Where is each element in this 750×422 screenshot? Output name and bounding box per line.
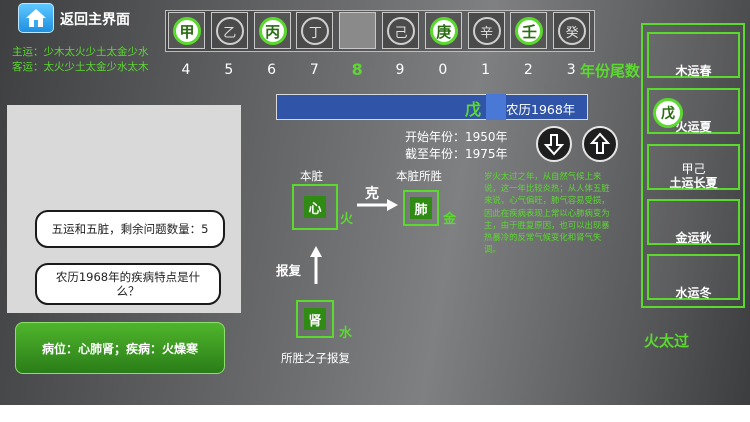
- start-year: 开始年份：1950年: [405, 130, 508, 144]
- lunar-year: 农历1968年: [506, 102, 576, 117]
- stem-label: 甲: [173, 17, 201, 45]
- child-organ: 肾: [304, 308, 326, 330]
- self-organ-box: 心: [292, 184, 338, 230]
- season-box-2[interactable]: 土运长夏 甲己: [647, 144, 740, 190]
- target-organ-label: 本脏所胜: [396, 169, 442, 183]
- stem-cell-5[interactable]: 己: [382, 12, 419, 49]
- year-digit[interactable]: 2: [516, 62, 540, 78]
- question-count-bubble[interactable]: 五运和五脏，剩余问题数量：5: [35, 210, 225, 248]
- year-down-button[interactable]: [536, 126, 572, 162]
- year-digit[interactable]: 8: [345, 60, 369, 79]
- year-digit[interactable]: 9: [388, 62, 412, 78]
- stem-cell-8[interactable]: 壬: [510, 12, 548, 49]
- target-organ-box: 肺: [403, 190, 439, 226]
- stem-cell-4[interactable]: [339, 12, 377, 49]
- stem-cell-9[interactable]: 癸: [553, 12, 591, 49]
- stem-cell-2[interactable]: 丙: [253, 12, 291, 49]
- stem-label: 丙: [258, 17, 287, 45]
- home-button[interactable]: [18, 3, 54, 33]
- stem-label: 癸: [558, 17, 587, 45]
- year-digit[interactable]: 0: [431, 62, 455, 78]
- question-bubble[interactable]: 农历1968年的疾病特点是什么？: [35, 263, 221, 305]
- target-organ: 肺: [410, 197, 432, 219]
- year-bar-highlight: [486, 94, 506, 120]
- season-label: 金运秋: [675, 231, 712, 245]
- stem-label: 己: [387, 17, 415, 45]
- year-up-button[interactable]: [582, 126, 618, 162]
- revenge-label: 报复: [276, 263, 302, 278]
- diagnosis-button[interactable]: 病位：心肺肾；疾病：火燥寒: [15, 322, 225, 374]
- year-stem: 戊: [465, 100, 482, 119]
- ke-yun-text: 客运：太火少土太金少水太木: [12, 61, 149, 73]
- self-organ-label: 本脏: [300, 169, 323, 183]
- year-digit[interactable]: 1: [474, 62, 498, 78]
- question-panel: 五运和五脏，剩余问题数量：5 农历1968年的疾病特点是什么？: [7, 105, 241, 313]
- child-organ-box: 肾: [296, 300, 334, 338]
- self-organ: 心: [304, 196, 326, 218]
- arrow-down-icon: [543, 134, 565, 156]
- home-label[interactable]: 返回主界面: [60, 9, 130, 29]
- year-digit[interactable]: 4: [174, 62, 198, 78]
- stem-label: 壬: [515, 17, 544, 45]
- year-digit[interactable]: 6: [260, 62, 284, 78]
- stem-cell-1[interactable]: 乙: [210, 12, 248, 49]
- self-element: 火: [340, 212, 354, 227]
- season-label: 水运冬: [675, 286, 712, 300]
- season-box-4[interactable]: 水运冬: [647, 254, 740, 300]
- stem-cell-0[interactable]: 甲: [168, 12, 205, 49]
- season-box-1[interactable]: 火运夏戊: [647, 88, 740, 134]
- stem-label: 庚: [429, 17, 458, 45]
- year-description: 岁火太过之年，从自然气候上来说，这一年比较炎热；从人体五脏来说，心气偏旺，肺气容…: [484, 171, 610, 255]
- stem-label: 辛: [472, 17, 501, 45]
- season-stem-circle: 戊: [653, 98, 683, 128]
- season-label: 木运春: [675, 64, 712, 78]
- season-box-3[interactable]: 金运秋: [647, 199, 740, 245]
- child-element: 水: [339, 326, 353, 341]
- stem-cell-6[interactable]: 庚: [424, 12, 462, 49]
- stem-label: 乙: [215, 17, 244, 45]
- stem-label: 丁: [301, 17, 330, 45]
- end-year: 截至年份：1975年: [405, 147, 508, 161]
- season-box-0[interactable]: 木运春: [647, 32, 740, 78]
- year-digit[interactable]: 7: [302, 62, 326, 78]
- target-element: 金: [443, 212, 457, 227]
- home-icon: [26, 9, 46, 27]
- stem-cell-7[interactable]: 辛: [467, 12, 505, 49]
- revenge-arrow-icon: [310, 246, 322, 284]
- arrow-up-icon: [589, 132, 611, 154]
- year-digit-label: 年份尾数: [580, 62, 641, 80]
- app-stage: 返回主界面 主运：少木太火少土太金少水 客运：太火少土太金少水太木 甲乙丙丁 己庚…: [0, 0, 750, 405]
- stem-cell-3[interactable]: 丁: [296, 12, 334, 49]
- zhu-yun-text: 主运：少木太火少土太金少水: [12, 46, 149, 58]
- overcome-arrow-icon: [357, 199, 398, 211]
- year-digit[interactable]: 5: [217, 62, 241, 78]
- child-organ-label: 所胜之子报复: [281, 351, 350, 365]
- result-label: 火太过: [644, 332, 690, 350]
- season-stems: 甲己: [681, 162, 706, 176]
